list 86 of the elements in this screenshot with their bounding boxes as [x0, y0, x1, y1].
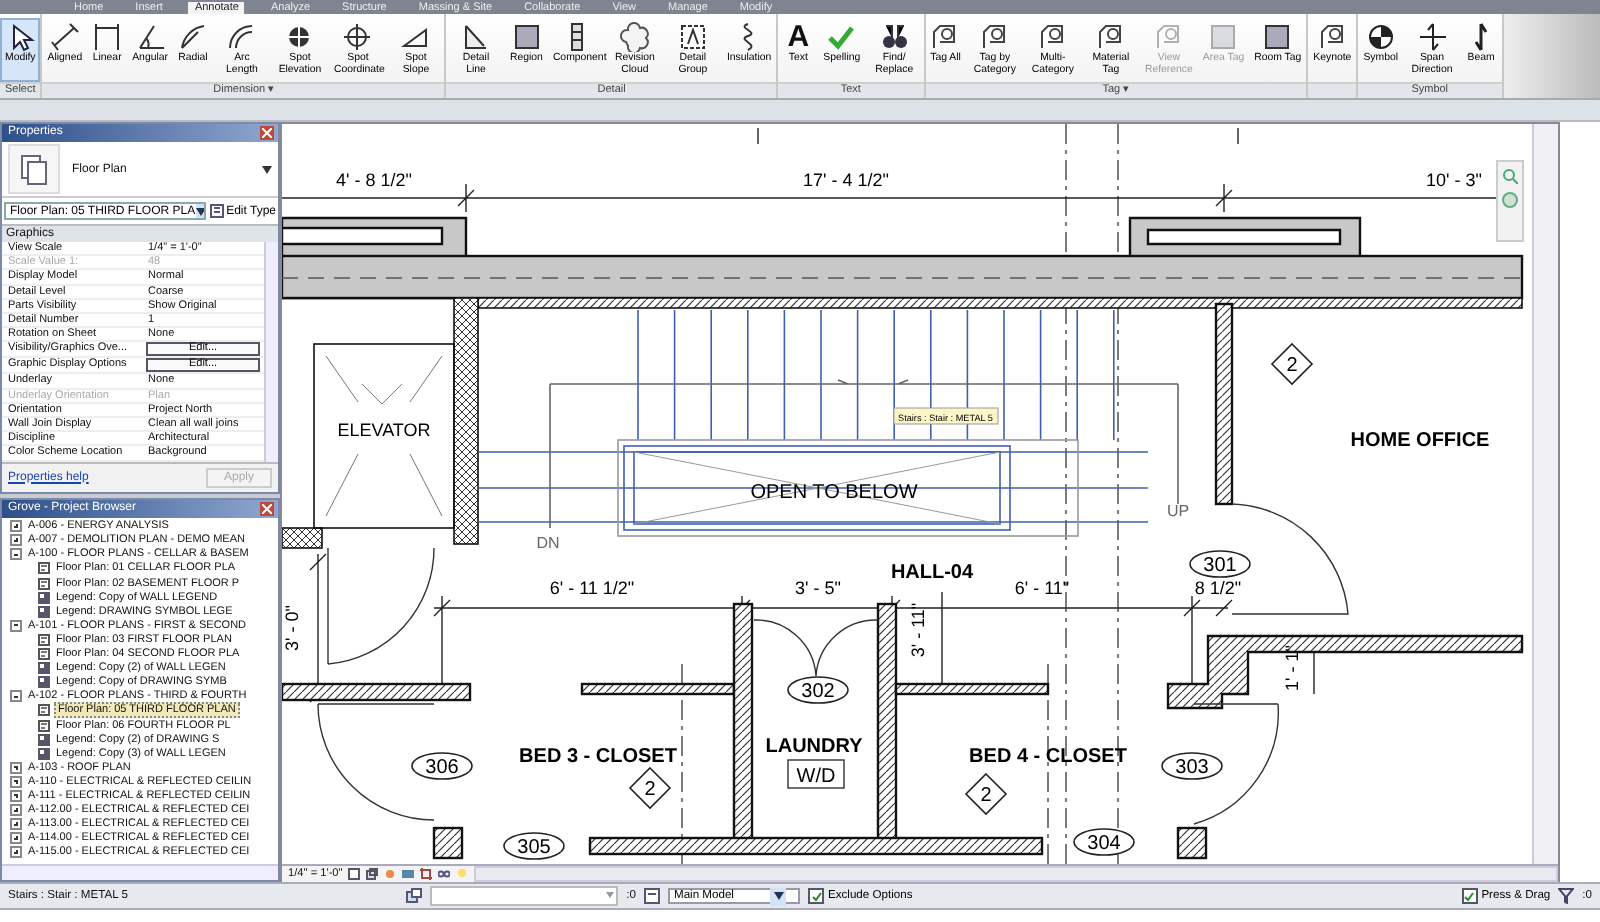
- angle-icon: [135, 22, 166, 52]
- radius-icon: [177, 22, 208, 52]
- dimension-label: 3' - 11": [908, 602, 928, 658]
- tag-icon: [1037, 22, 1068, 52]
- wall-type-tag[interactable]: 2: [628, 766, 672, 810]
- floor-plan-thumbnail: [8, 144, 60, 194]
- dropdown-arrow-icon[interactable]: [770, 887, 786, 905]
- cloud-icon: [619, 22, 650, 52]
- scrollbar[interactable]: [2, 864, 278, 880]
- crop-icon[interactable]: [420, 868, 433, 880]
- expand-toggle[interactable]: [10, 534, 22, 547]
- close-button[interactable]: [260, 501, 274, 516]
- zoom-icon[interactable]: [1502, 168, 1518, 184]
- stair-direction-label: DN: [536, 534, 560, 552]
- expand-toggle[interactable]: [10, 619, 22, 632]
- door-tag[interactable]: 305: [503, 832, 565, 860]
- door-tag[interactable]: 304: [1073, 828, 1135, 856]
- expand-toggle[interactable]: [10, 789, 22, 802]
- dimension-label: 6' - 11": [1014, 578, 1070, 598]
- dimension-label: 17' - 4 1/2": [803, 170, 889, 190]
- disc-icon: [284, 22, 315, 52]
- room-label: BED 4 - CLOSET: [969, 746, 1127, 768]
- dimension-label: 3' - 5": [795, 578, 841, 598]
- workset-field[interactable]: [430, 886, 619, 906]
- dropdown-arrow-icon[interactable]: [195, 204, 205, 218]
- dimension-label: 1' - 1": [1282, 645, 1302, 691]
- room-label: BED 3 - CLOSET: [519, 746, 677, 768]
- visual-style-icon[interactable]: [366, 868, 379, 880]
- wall-type-tag[interactable]: 2: [1270, 342, 1314, 386]
- expand-toggle[interactable]: [10, 846, 22, 859]
- room-label: LAUNDRY: [765, 736, 863, 758]
- filter-icon[interactable]: [1558, 888, 1575, 904]
- appliance-tag: W/D: [787, 759, 845, 789]
- arc-icon: [226, 22, 257, 52]
- expand-toggle[interactable]: [10, 761, 22, 774]
- scrollbar[interactable]: [264, 242, 278, 462]
- wall-type-tag[interactable]: 2: [964, 772, 1008, 816]
- room-label: HALL-04: [890, 562, 974, 584]
- line-icon: [460, 22, 491, 52]
- document-icon: [210, 204, 225, 218]
- room-label: HOME OFFICE: [1350, 430, 1490, 452]
- expand-toggle[interactable]: [10, 520, 22, 533]
- caret-icon[interactable]: [262, 165, 272, 173]
- symbol-icon: [1365, 22, 1396, 52]
- group-icon: [677, 22, 708, 52]
- expand-toggle[interactable]: [10, 804, 22, 817]
- room-label: ELEVATOR: [337, 420, 431, 440]
- door-tag[interactable]: 302: [787, 676, 849, 704]
- design-options-icon[interactable]: [644, 888, 660, 904]
- close-button[interactable]: [260, 126, 274, 140]
- glasses-icon[interactable]: [438, 868, 451, 880]
- expand-toggle[interactable]: [10, 548, 22, 561]
- stair-direction-label: UP: [1166, 502, 1190, 520]
- check-icon: [826, 22, 857, 52]
- expand-toggle[interactable]: [10, 832, 22, 845]
- text-glyph: A: [785, 22, 812, 52]
- dimension-label: 10' - 3": [1426, 170, 1482, 190]
- dimension-icon: [49, 22, 80, 52]
- tag-icon: [1095, 22, 1126, 52]
- scrollbar[interactable]: [474, 866, 1558, 882]
- tag-icon: [1153, 22, 1184, 52]
- door-tag[interactable]: 303: [1161, 752, 1223, 780]
- crosshair-icon: [342, 22, 373, 52]
- shadows-icon[interactable]: [402, 868, 415, 880]
- dimension-icon: [92, 22, 123, 52]
- workset-icon[interactable]: [406, 888, 423, 904]
- binoculars-icon: [879, 22, 910, 52]
- checkmark-icon: [811, 891, 821, 901]
- expand-toggle[interactable]: [10, 818, 22, 831]
- arrow-icon: [1417, 22, 1448, 52]
- door-tag[interactable]: 301: [1189, 550, 1251, 578]
- tag-icon: [930, 22, 961, 52]
- door-tag[interactable]: 306: [411, 752, 473, 780]
- triangle-icon: [400, 22, 431, 52]
- dimension-label: 4' - 8 1/2": [336, 170, 412, 190]
- scrollbar[interactable]: [1532, 124, 1558, 864]
- expand-toggle[interactable]: [10, 690, 22, 703]
- detail-level-icon[interactable]: [348, 868, 361, 880]
- dimension-label: 6' - 11 1/2": [549, 578, 635, 598]
- expand-toggle[interactable]: [10, 775, 22, 788]
- checkmark-icon: [1464, 891, 1475, 901]
- room-label: OPEN TO BELOW: [750, 482, 918, 504]
- tag-icon: [1317, 22, 1348, 52]
- dimension-label: 3' - 0": [282, 605, 302, 651]
- dimension-label: 8 1/2": [1194, 578, 1242, 598]
- tag-icon: [979, 22, 1010, 52]
